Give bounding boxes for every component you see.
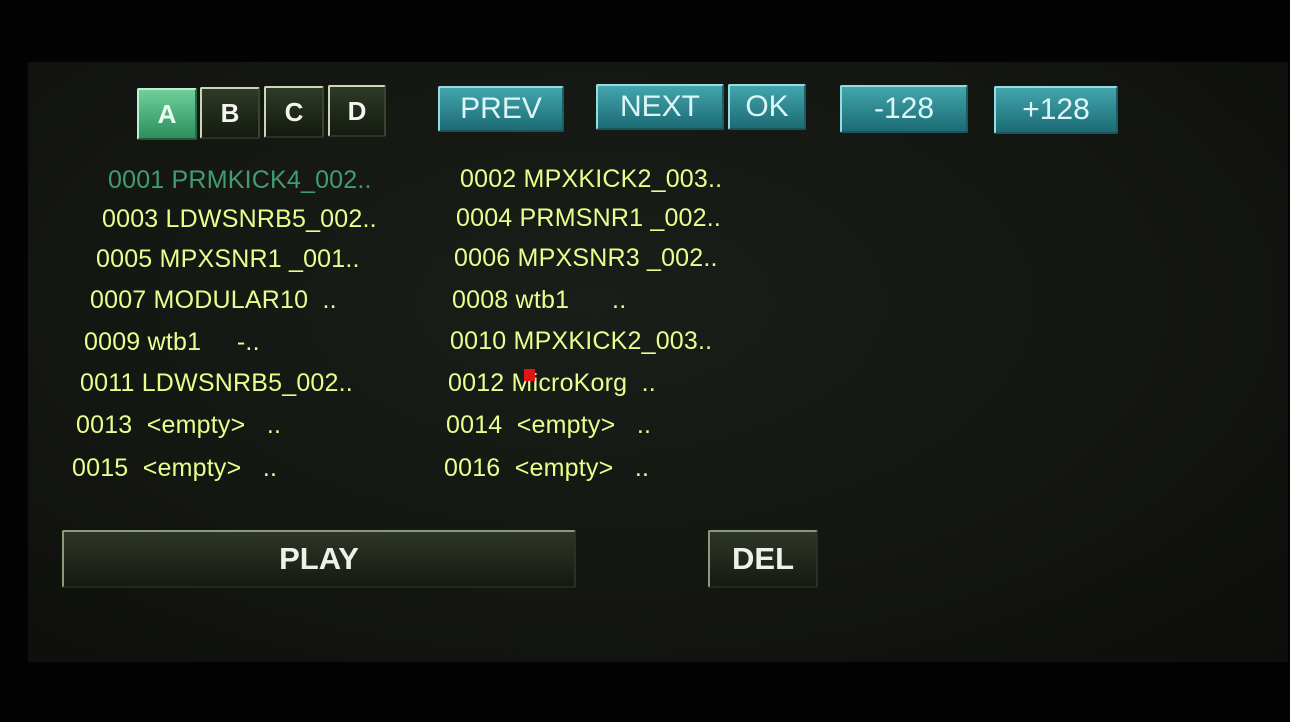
slot-0005[interactable]: 0005 MPXSNR1 _001.. [96,245,360,274]
selection-marker-icon [524,369,535,381]
next-button[interactable]: NEXT [596,84,724,130]
slot-0004[interactable]: 0004 PRMSNR1 _002.. [456,204,721,233]
slot-0009[interactable]: 0009 wtb1 -.. [84,328,260,357]
device-frame: A B C D PREV NEXT OK -128 +128 0001 PRMK… [0,0,1290,722]
slot-0010[interactable]: 0010 MPXKICK2_003.. [450,327,712,356]
slot-0002[interactable]: 0002 MPXKICK2_003.. [460,165,722,194]
minus-128-button[interactable]: -128 [840,85,968,133]
slot-0007[interactable]: 0007 MODULAR10 .. [90,286,337,315]
slot-0012[interactable]: 0012 MicroKorg .. [448,369,656,398]
plus-128-button[interactable]: +128 [994,86,1118,134]
slot-0014[interactable]: 0014 <empty> .. [446,411,651,440]
slot-0008[interactable]: 0008 wtb1 .. [452,286,626,315]
bank-b-button[interactable]: B [200,87,260,139]
bank-a-button[interactable]: A [137,88,197,140]
slot-0011[interactable]: 0011 LDWSNRB5_002.. [80,369,353,398]
slot-0013[interactable]: 0013 <empty> .. [76,411,281,440]
slot-0001[interactable]: 0001 PRMKICK4_002.. [108,166,372,195]
slot-0016[interactable]: 0016 <empty> .. [444,454,649,483]
ok-button[interactable]: OK [728,84,806,130]
slot-0003[interactable]: 0003 LDWSNRB5_002.. [102,205,377,234]
play-button[interactable]: PLAY [62,530,576,588]
slot-0006[interactable]: 0006 MPXSNR3 _002.. [454,244,718,273]
lcd-screen: A B C D PREV NEXT OK -128 +128 0001 PRMK… [28,62,1288,662]
bank-c-button[interactable]: C [264,86,324,138]
prev-button[interactable]: PREV [438,86,564,132]
slot-0015[interactable]: 0015 <empty> .. [72,454,277,483]
bank-d-button[interactable]: D [328,85,386,137]
delete-button[interactable]: DEL [708,530,818,588]
